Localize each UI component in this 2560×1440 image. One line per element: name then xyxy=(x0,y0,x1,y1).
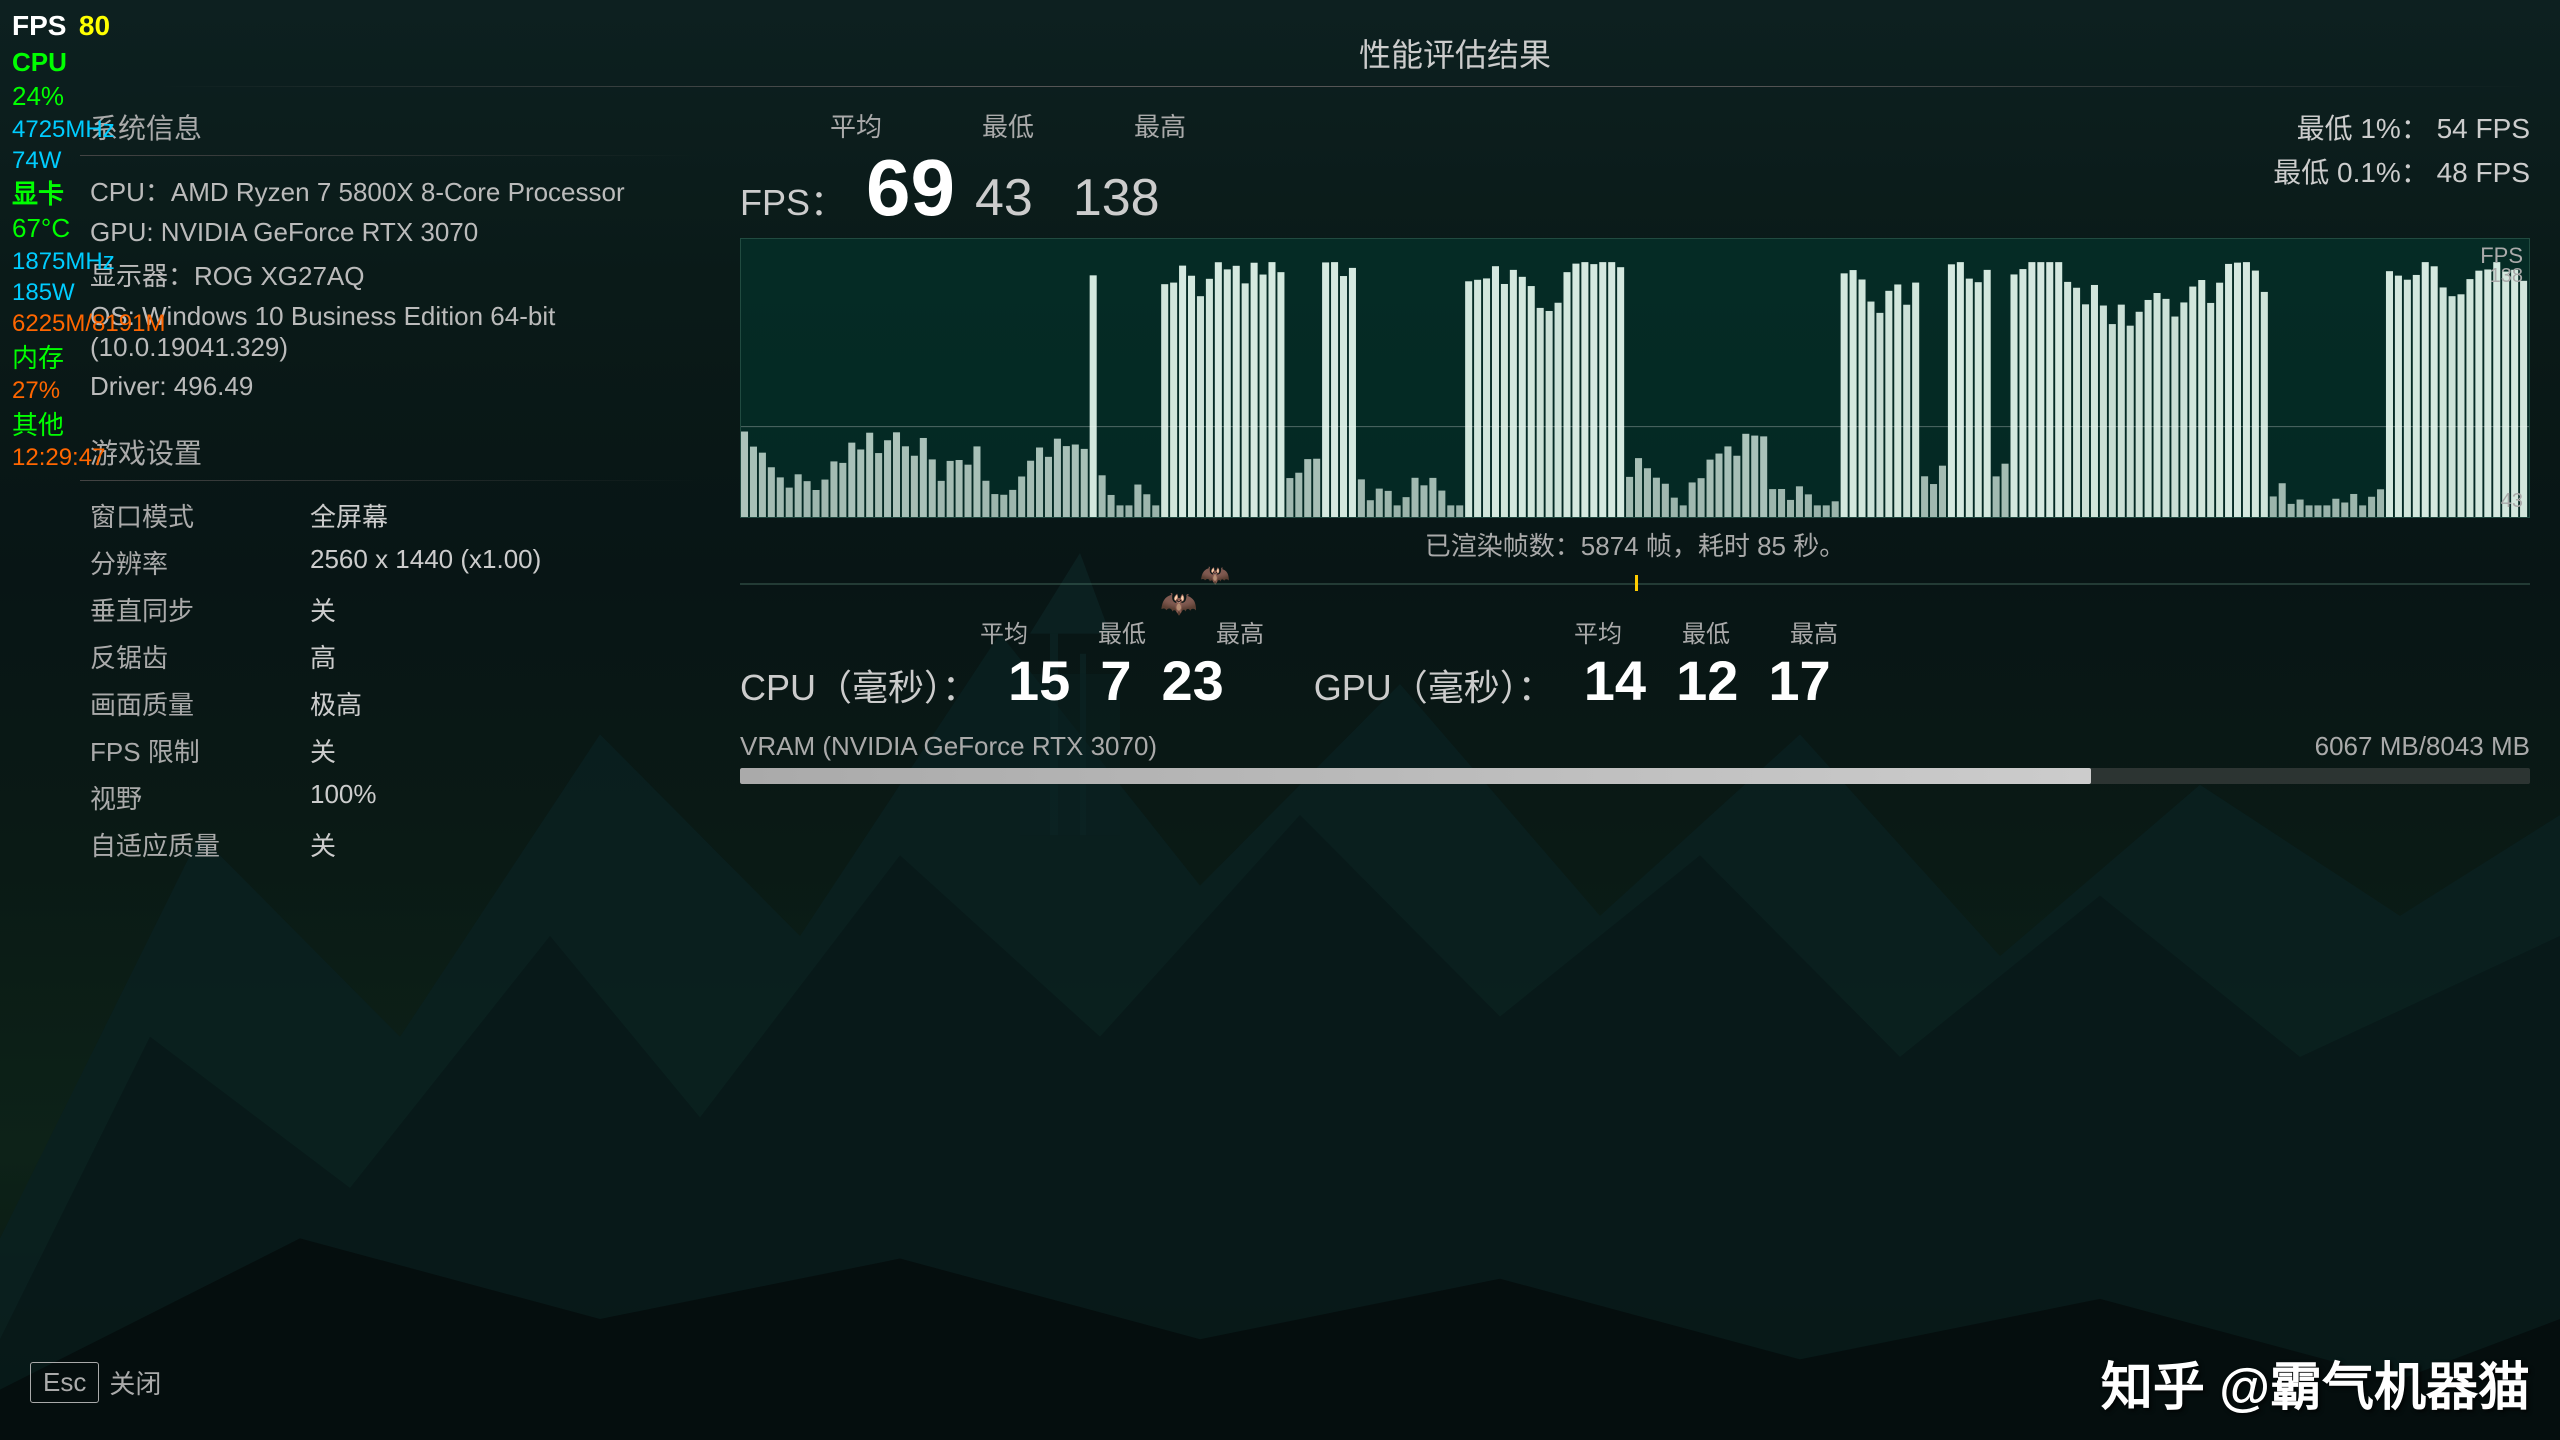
settings-row: FPS 限制 关 xyxy=(90,732,700,769)
game-settings-section: 游戏设置 窗口模式 全屏幕 分辨率 2560 x 1440 (x1.00) 垂直… xyxy=(80,432,700,863)
panel-title: 性能评估结果 xyxy=(380,30,2530,76)
cpu-avg-label: 平均 xyxy=(980,614,1028,649)
rendered-frames-text: 已渲染帧数：5874 帧，耗时 85 秒。 xyxy=(740,526,2530,563)
cpu-ms-label: CPU（毫秒）： xyxy=(740,659,978,711)
other-label: 其他 xyxy=(12,409,165,443)
settings-row: 反锯齿 高 xyxy=(90,638,700,675)
main-panel: 性能评估结果 系统信息 CPU：AMD Ryzen 7 5800X 8-Core… xyxy=(80,30,2530,1410)
fps-colon-label: FPS： xyxy=(740,174,846,226)
gpu-avg-val: 14 xyxy=(1584,653,1646,709)
gpu-max-label: 最高 xyxy=(1790,614,1838,649)
time-display: 12:29:47 xyxy=(12,442,165,473)
esc-button[interactable]: Esc xyxy=(30,1362,99,1403)
graph-min-val: 43 xyxy=(2501,490,2523,513)
timeline-marker xyxy=(1635,575,1638,591)
fps-low1: 最低 1%： 54 FPS xyxy=(2273,107,2530,147)
fps-low01: 最低 0.1%： 48 FPS xyxy=(2273,151,2530,191)
fps-avg-val: 69 xyxy=(866,148,955,228)
content-row: 系统信息 CPU：AMD Ryzen 7 5800X 8-Core Proces… xyxy=(80,107,2530,873)
settings-row: 自适应质量 关 xyxy=(90,826,700,863)
settings-row: 窗口模式 全屏幕 xyxy=(90,497,700,534)
cpu-usage: 24% xyxy=(12,80,165,114)
mem-label: 内存 xyxy=(12,342,165,376)
gpu-temp: 67°C xyxy=(12,212,165,246)
fps-min-label: 最低 xyxy=(982,107,1034,144)
fps-graph: FPS 138 43 xyxy=(740,238,2530,518)
fps-avg-label: 平均 xyxy=(830,107,882,144)
close-label: 关闭 xyxy=(109,1364,161,1401)
settings-row: 垂直同步 关 xyxy=(90,591,700,628)
gpu-min-val: 12 xyxy=(1676,653,1738,709)
cpu-max-val: 23 xyxy=(1161,653,1223,709)
game-settings-title: 游戏设置 xyxy=(90,432,700,472)
os-info: OS: Windows 10 Business Edition 64-bit (… xyxy=(90,301,700,363)
gpu-info: GPU: NVIDIA GeForce RTX 3070 xyxy=(90,217,700,248)
fps-max-val: 138 xyxy=(1073,168,1160,228)
fps-right-stats: 最低 1%： 54 FPS 最低 0.1%： 48 FPS xyxy=(2273,107,2530,195)
vram-bar-inner xyxy=(740,768,2091,784)
settings-row: 视野 100% xyxy=(90,779,700,816)
settings-row: 画面质量 极高 xyxy=(90,685,700,722)
cpu-label: CPU xyxy=(12,46,165,80)
graph-max-val: 138 xyxy=(2490,265,2523,288)
system-info-title: 系统信息 xyxy=(90,107,700,147)
vram-label: VRAM (NVIDIA GeForce RTX 3070) xyxy=(740,731,1157,762)
gpu-min-label: 最低 xyxy=(1682,614,1730,649)
gpu-avg-label: 平均 xyxy=(1574,614,1622,649)
cpu-max-label: 最高 xyxy=(1216,614,1264,649)
gpu-ms-label: GPU（毫秒）： xyxy=(1314,659,1554,711)
vram-current: 6067 MB/8043 MB xyxy=(2315,731,2530,762)
title-divider xyxy=(160,86,2530,87)
bottom-bar: Esc 关闭 知乎 @霸气机器猫 xyxy=(0,1345,2560,1420)
cpu-info: CPU：AMD Ryzen 7 5800X 8-Core Processor xyxy=(90,172,700,209)
gpu-label: 显卡 xyxy=(12,178,165,212)
fps-max-label: 最高 xyxy=(1134,107,1186,144)
fps-label: FPS xyxy=(12,10,66,41)
gpu-mem: 6225M/8191M xyxy=(12,308,165,339)
gpu-freq: 1875MHz xyxy=(12,246,165,277)
display-info: 显示器：ROG XG27AQ xyxy=(90,256,700,293)
right-column: 平均 最低 最高 FPS： 69 43 138 xyxy=(740,107,2530,873)
gpu-power: 185W xyxy=(12,277,165,308)
cpu-freq: 4725MHz xyxy=(12,114,165,145)
cpu-min-val: 7 xyxy=(1100,653,1131,709)
gpu-max-val: 17 xyxy=(1768,653,1830,709)
cpu-min-label: 最低 xyxy=(1098,614,1146,649)
fps-value: 80 xyxy=(79,10,110,41)
vram-section: VRAM (NVIDIA GeForce RTX 3070) 6067 MB/8… xyxy=(740,731,2530,784)
settings-rows: 窗口模式 全屏幕 分辨率 2560 x 1440 (x1.00) 垂直同步 关 … xyxy=(80,497,700,863)
vram-bar-outer xyxy=(740,768,2530,784)
cpu-power: 74W xyxy=(12,145,165,176)
fps-min-val: 43 xyxy=(975,168,1033,228)
hud-overlay: FPS 80 CPU 24% 4725MHz 74W 显卡 67°C 1875M… xyxy=(0,0,177,481)
driver-info: Driver: 496.49 xyxy=(90,371,700,402)
watermark: 知乎 @霸气机器猫 xyxy=(2101,1345,2530,1420)
timeline xyxy=(740,568,2530,598)
settings-row: 分辨率 2560 x 1440 (x1.00) xyxy=(90,544,700,581)
mem-usage: 27% xyxy=(12,375,165,406)
cpu-avg-val: 15 xyxy=(1008,653,1070,709)
